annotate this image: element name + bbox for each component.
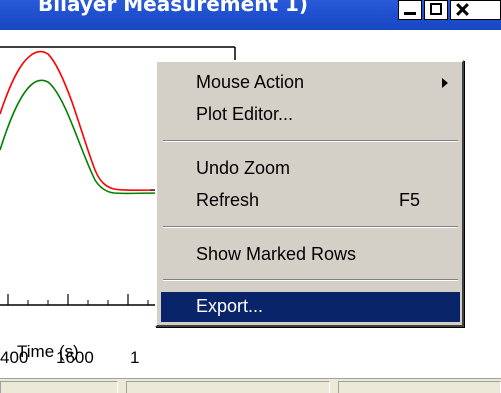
close-button[interactable] — [450, 0, 501, 20]
status-bar — [0, 378, 501, 393]
menu-item-label: Export... — [196, 296, 264, 316]
menu-item-shortcut: F5 — [399, 190, 421, 210]
status-pane — [126, 381, 330, 393]
menu-item-export[interactable]: Export... — [161, 292, 460, 322]
x-tick-label: 1 — [130, 348, 140, 367]
menu-item-plot-editor[interactable]: Plot Editor... — [161, 100, 460, 130]
close-icon — [456, 3, 468, 15]
menu-item-label: Undo Zoom — [196, 158, 291, 178]
green-series-line — [0, 79, 161, 195]
menu-item-show-marked-rows[interactable]: Show Marked Rows — [161, 240, 460, 270]
context-menu: Mouse Action Plot Editor... Undo Zoom Re… — [155, 60, 464, 327]
menu-separator — [163, 140, 458, 142]
minimize-icon — [404, 3, 416, 15]
menu-item-label: Show Marked Rows — [196, 244, 357, 264]
menu-separator — [163, 279, 458, 281]
menu-item-mouse-action[interactable]: Mouse Action — [161, 68, 460, 98]
x-axis-label: Time (s) — [17, 342, 79, 361]
status-pane — [338, 381, 501, 393]
menu-item-undo-zoom[interactable]: Undo Zoom — [161, 154, 460, 184]
menu-item-refresh[interactable]: Refresh F5 — [161, 186, 460, 216]
red-series-line — [0, 50, 161, 192]
maximize-icon — [430, 3, 442, 15]
menu-item-label: Mouse Action — [196, 72, 305, 92]
maximize-button[interactable] — [424, 0, 448, 20]
status-pane — [0, 381, 118, 393]
menu-separator — [163, 226, 458, 228]
window-title: Bilayer Measurement 1) — [38, 0, 309, 16]
menu-item-label: Refresh — [196, 190, 260, 210]
minimize-button[interactable] — [398, 0, 422, 20]
title-bar[interactable]: Bilayer Measurement 1) — [0, 0, 501, 30]
menu-item-label: Plot Editor... — [196, 104, 294, 124]
submenu-arrow-icon — [442, 78, 448, 88]
